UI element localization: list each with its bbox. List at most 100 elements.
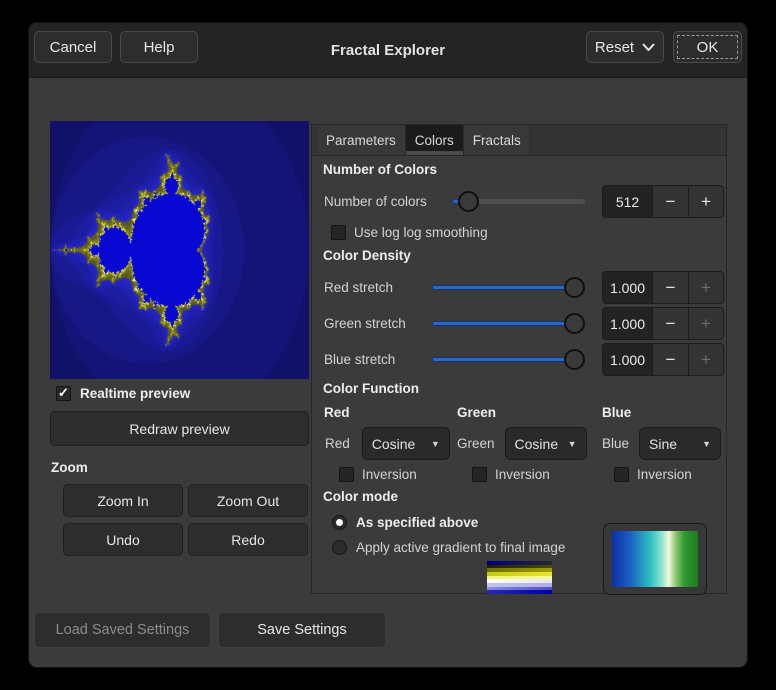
decrement-button[interactable]: − (652, 343, 688, 376)
redo-button[interactable]: Redo (188, 523, 308, 556)
number-of-colors-value[interactable]: 512 (602, 185, 652, 218)
apply-gradient-label: Apply active gradient to final image (356, 540, 565, 555)
as-specified-above-radio[interactable] (332, 515, 347, 530)
redraw-preview-label: Redraw preview (129, 421, 229, 437)
increment-button[interactable]: + (688, 185, 724, 218)
number-of-colors-heading: Number of Colors (323, 162, 726, 177)
increment-button[interactable]: + (688, 271, 724, 304)
colors-tab-content: Number of Colors Number of colors 512 − … (312, 162, 726, 599)
slider-thumb[interactable] (458, 191, 479, 212)
settings-notebook: Parameters Colors Fractals Number of Col… (311, 124, 727, 594)
red-inversion-checkbox[interactable] (339, 467, 354, 482)
ok-button[interactable]: OK (673, 31, 742, 63)
slider-thumb[interactable] (564, 349, 585, 370)
decrement-button[interactable]: − (652, 307, 688, 340)
green-inversion-checkbox[interactable] (472, 467, 487, 482)
green-function-label: Green (457, 436, 495, 451)
blue-inversion-label: Inversion (637, 467, 692, 482)
red-stretch-slider[interactable] (432, 271, 585, 304)
active-gradient-button[interactable] (603, 523, 707, 595)
green-inversion-option: Inversion (457, 467, 602, 482)
slider-fill (432, 357, 585, 362)
zoom-section-heading: Zoom (51, 460, 88, 475)
save-settings-button[interactable]: Save Settings (218, 612, 386, 648)
apply-gradient-radio[interactable] (332, 540, 347, 555)
blue-stretch-value[interactable]: 1.000 (602, 343, 652, 376)
green-stretch-label: Green stretch (324, 316, 432, 331)
slider-thumb[interactable] (564, 313, 585, 334)
ok-button-label: OK (697, 39, 719, 56)
zoom-in-label: Zoom In (97, 493, 148, 509)
log-log-smoothing-option: Use log log smoothing (331, 225, 726, 240)
chevron-down-icon (642, 43, 655, 51)
tab-parameters[interactable]: Parameters (317, 125, 406, 155)
red-inversion-option: Inversion (324, 467, 457, 482)
red-stretch-row: Red stretch 1.000 − + (312, 271, 726, 304)
blue-function-label: Blue (602, 436, 629, 451)
green-stretch-spinbox: 1.000 − + (602, 307, 724, 340)
red-column-header: Red (324, 405, 457, 420)
red-function-value: Cosine (372, 436, 416, 452)
zoom-out-button[interactable]: Zoom Out (188, 484, 308, 517)
inversion-row: Inversion Inversion Inversion (312, 467, 726, 482)
undo-button[interactable]: Undo (63, 523, 183, 556)
undo-label: Undo (106, 532, 139, 548)
blue-column-header: Blue (602, 405, 631, 420)
blue-inversion-checkbox[interactable] (614, 467, 629, 482)
realtime-preview-label: Realtime preview (80, 386, 190, 401)
dropdown-arrow-icon: ▼ (702, 439, 711, 449)
dropdown-arrow-icon: ▼ (431, 439, 440, 449)
realtime-preview-option: Realtime preview (56, 386, 190, 401)
reset-button[interactable]: Reset (586, 31, 664, 63)
dropdown-arrow-icon: ▼ (568, 439, 577, 449)
redraw-preview-button[interactable]: Redraw preview (50, 411, 309, 446)
blue-stretch-spinbox: 1.000 − + (602, 343, 724, 376)
green-inversion-label: Inversion (495, 467, 550, 482)
number-of-colors-label: Number of colors (324, 194, 452, 209)
color-density-heading: Color Density (323, 248, 726, 263)
green-function-dropdown[interactable]: Cosine ▼ (505, 427, 587, 460)
save-settings-label: Save Settings (257, 622, 346, 638)
reset-button-label: Reset (595, 39, 634, 56)
green-stretch-slider[interactable] (432, 307, 585, 340)
decrement-button[interactable]: − (652, 185, 688, 218)
color-function-column-headers: Red Green Blue (324, 405, 726, 420)
colormap-preview (487, 561, 552, 594)
realtime-preview-checkbox[interactable] (56, 386, 71, 401)
red-stretch-label: Red stretch (324, 280, 432, 295)
fractal-preview-image[interactable] (50, 121, 309, 379)
titlebar: Cancel Help Fractal Explorer Reset OK (29, 23, 747, 78)
slider-thumb[interactable] (564, 277, 585, 298)
increment-button[interactable]: + (688, 307, 724, 340)
green-column-header: Green (457, 405, 602, 420)
blue-function-value: Sine (649, 436, 677, 452)
zoom-out-label: Zoom Out (217, 493, 279, 509)
number-of-colors-row: Number of colors 512 − + (312, 185, 726, 218)
slider-fill (432, 285, 585, 290)
red-function-label: Red (325, 436, 350, 451)
as-specified-above-label: As specified above (356, 515, 478, 530)
blue-stretch-slider[interactable] (432, 343, 585, 376)
zoom-in-button[interactable]: Zoom In (63, 484, 183, 517)
slider-fill (432, 321, 585, 326)
decrement-button[interactable]: − (652, 271, 688, 304)
blue-function-dropdown[interactable]: Sine ▼ (639, 427, 721, 460)
load-saved-settings-button[interactable]: Load Saved Settings (34, 612, 211, 648)
blue-stretch-label: Blue stretch (324, 352, 432, 367)
red-stretch-spinbox: 1.000 − + (602, 271, 724, 304)
log-log-smoothing-label: Use log log smoothing (354, 225, 488, 240)
tab-colors[interactable]: Colors (406, 125, 464, 155)
red-function-dropdown[interactable]: Cosine ▼ (362, 427, 450, 460)
tab-bar: Parameters Colors Fractals (312, 125, 726, 156)
red-stretch-value[interactable]: 1.000 (602, 271, 652, 304)
green-stretch-value[interactable]: 1.000 (602, 307, 652, 340)
red-inversion-label: Inversion (362, 467, 417, 482)
redo-label: Redo (231, 532, 264, 548)
number-of-colors-slider[interactable] (452, 185, 585, 218)
load-saved-settings-label: Load Saved Settings (56, 622, 190, 638)
increment-button[interactable]: + (688, 343, 724, 376)
active-gradient-preview (612, 531, 698, 587)
tab-fractals[interactable]: Fractals (464, 125, 531, 155)
color-mode-heading: Color mode (323, 489, 726, 504)
log-log-smoothing-checkbox[interactable] (331, 225, 346, 240)
